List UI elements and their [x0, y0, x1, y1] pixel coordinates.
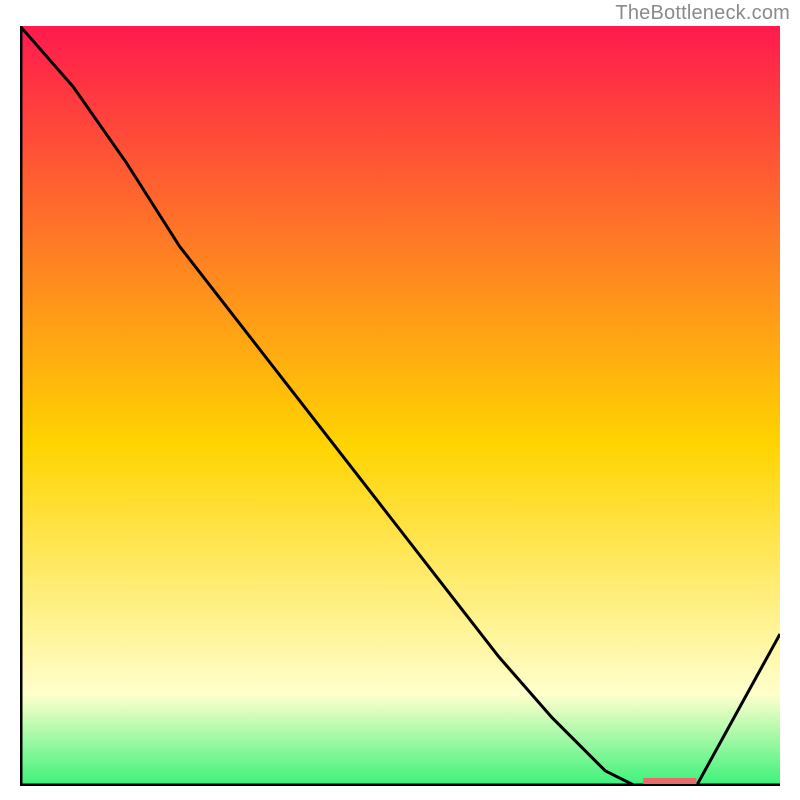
- bottleneck-chart: [20, 26, 780, 786]
- marker-strip: [643, 778, 696, 784]
- gradient-background: [20, 26, 780, 786]
- chart-container: TheBottleneck.com: [0, 0, 800, 800]
- attribution-text: TheBottleneck.com: [615, 2, 790, 25]
